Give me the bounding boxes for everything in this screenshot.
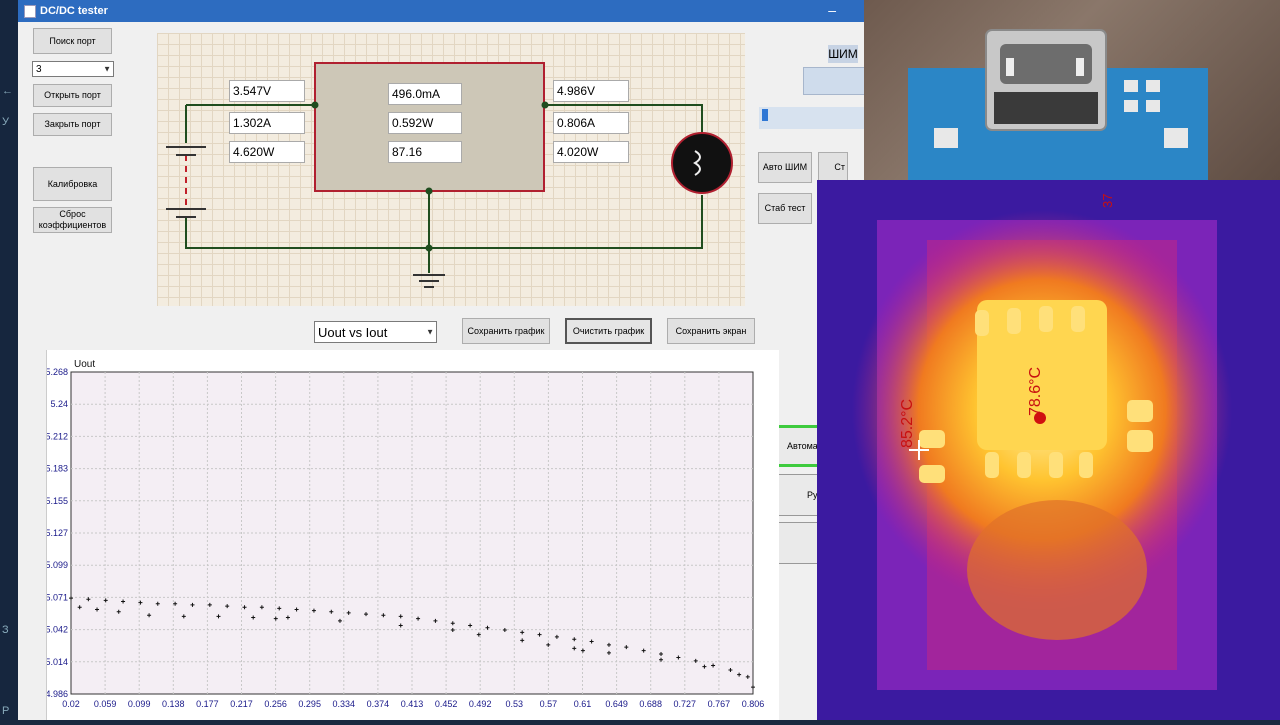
graph-mode-value: Uout vs Iout — [318, 324, 388, 340]
window-title: DC/DC tester — [40, 5, 108, 17]
side-temperature-label: 85.2°C — [899, 398, 916, 448]
x-tick-label: 0.452 — [435, 699, 458, 709]
x-tick-label: 0.374 — [367, 699, 390, 709]
open-port-button[interactable]: Открыть порт — [33, 84, 112, 107]
partial-button[interactable]: Ст — [818, 152, 848, 183]
input-power-field: 4.620W — [229, 141, 305, 163]
output-current-field: 0.806A — [553, 112, 629, 134]
graph-mode-select[interactable]: Uout vs Iout ▼ — [314, 321, 437, 343]
x-tick-label: 0.02 — [62, 699, 80, 709]
taskbar-glyph: ← — [2, 85, 13, 97]
x-tick-label: 0.649 — [605, 699, 628, 709]
chevron-down-icon: ▼ — [103, 64, 111, 74]
reset-coefficients-button[interactable]: Сброс коэффициентов — [33, 207, 112, 233]
taskbar-strip: ← У З Р — [0, 0, 18, 720]
x-tick-label: 0.138 — [162, 699, 185, 709]
converter-current-field: 496.0mA — [388, 83, 462, 105]
minimize-icon[interactable]: – — [828, 2, 836, 18]
y-tick-label: 5.212 — [47, 431, 68, 441]
y-tick-label: 5.24 — [50, 399, 68, 409]
thermal-heatmap — [817, 180, 1280, 720]
pcb-photo-drawing — [908, 29, 1208, 182]
auto-pwm-button[interactable]: Авто ШИМ — [758, 152, 812, 183]
y-tick-label: 5.042 — [47, 625, 68, 635]
graph-panel: 0.02 0.059 0.099 0.138 0.177 0.217 0.256 0.295 0… — [45, 350, 779, 720]
x-tick-label: 0.334 — [333, 699, 356, 709]
taskbar-glyph: Р — [2, 705, 10, 717]
clear-graph-button[interactable]: Очистить график — [565, 318, 652, 344]
taskbar-glyph: З — [2, 624, 9, 636]
x-tick-label: 0.492 — [469, 699, 492, 709]
search-port-button[interactable]: Поиск порт — [33, 28, 112, 54]
pwm-value-field[interactable] — [803, 67, 864, 95]
chevron-down-icon: ▼ — [426, 327, 434, 337]
schematic-wires — [166, 62, 733, 288]
close-port-button[interactable]: Закрыть порт — [33, 113, 112, 136]
x-tick-label: 0.767 — [708, 699, 731, 709]
y-tick-label: 5.014 — [47, 657, 68, 667]
x-tick-label: 0.059 — [94, 699, 117, 709]
app-icon — [24, 5, 36, 18]
y-tick-label: 4.986 — [47, 689, 68, 699]
pwm-slider-thumb[interactable] — [762, 109, 768, 121]
x-tick-label: 0.806 — [742, 699, 765, 709]
port-value: 3 — [36, 63, 42, 75]
port-select[interactable]: 3 ▼ — [32, 61, 114, 77]
pwm-slider[interactable] — [759, 107, 864, 129]
efficiency-field: 87.16 — [388, 141, 462, 163]
y-tick-label: 5.071 — [47, 592, 68, 602]
x-tick-label: 0.256 — [264, 699, 287, 709]
y-axis-label: Uout — [74, 359, 95, 370]
thermal-camera-image: 78.6°C 85.2°C 37 — [817, 180, 1280, 720]
output-power-field: 4.020W — [553, 141, 629, 163]
x-tick-label: 0.295 — [298, 699, 321, 709]
y-tick-label: 5.183 — [47, 464, 68, 474]
pwm-label: ШИМ — [828, 45, 858, 63]
x-tick-label: 0.413 — [401, 699, 424, 709]
input-voltage-field: 3.547V — [229, 80, 305, 102]
x-tick-label: 0.61 — [574, 699, 592, 709]
title-bar: DC/DC tester – — [18, 0, 864, 22]
top-temperature-label: 37 — [1100, 193, 1115, 208]
taskbar-glyph: У — [2, 116, 9, 128]
x-tick-label: 0.53 — [506, 699, 524, 709]
uout-vs-iout-chart: 0.02 0.059 0.099 0.138 0.177 0.217 0.256 0.295 0… — [45, 359, 765, 709]
circuit-schematic: 3.547V 1.302A 4.620W 496.0mA 0.592W 87.1… — [157, 33, 745, 306]
save-graph-button[interactable]: Сохранить график — [462, 318, 550, 344]
y-tick-label: 5.155 — [47, 496, 68, 506]
y-tick-label: 5.099 — [47, 560, 68, 570]
output-voltage-field: 4.986V — [553, 80, 629, 102]
x-tick-label: 0.099 — [128, 699, 151, 709]
board-photo — [864, 0, 1280, 182]
x-tick-label: 0.727 — [674, 699, 697, 709]
save-screen-button[interactable]: Сохранить экран — [667, 318, 755, 344]
y-tick-label: 5.127 — [47, 528, 68, 538]
input-current-field: 1.302A — [229, 112, 305, 134]
main-temperature-label: 78.6°C — [1027, 366, 1044, 416]
x-tick-label: 0.688 — [639, 699, 662, 709]
converter-power-field: 0.592W — [388, 112, 462, 134]
y-tick-label: 5.268 — [47, 367, 68, 377]
calibration-button[interactable]: Калибровка — [33, 167, 112, 201]
x-tick-label: 0.217 — [230, 699, 253, 709]
x-tick-label: 0.177 — [196, 699, 219, 709]
x-tick-label: 0.57 — [540, 699, 558, 709]
stab-test-button[interactable]: Стаб тест — [758, 193, 812, 224]
